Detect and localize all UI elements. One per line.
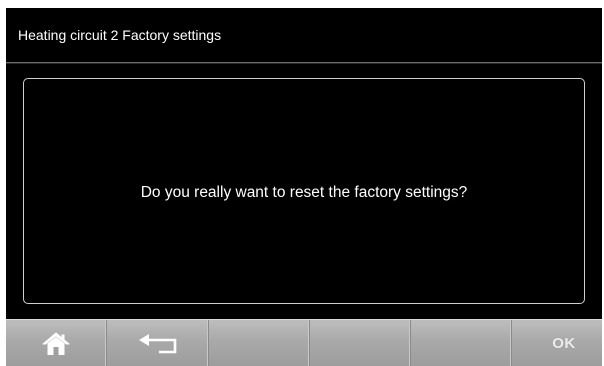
device-screen: Heating circuit 2 Factory settings Do yo…	[0, 0, 604, 366]
toolbar-slot-5	[411, 320, 512, 366]
back-button[interactable]	[107, 320, 209, 366]
home-button[interactable]	[6, 320, 107, 366]
page-title: Heating circuit 2 Factory settings	[18, 27, 222, 43]
toolbar-slot-3	[209, 320, 310, 366]
toolbar-slot-4	[310, 320, 411, 366]
dialog-message: Do you really want to reset the factory …	[140, 184, 468, 201]
ok-button-label: OK	[552, 335, 576, 352]
title-bar: Heating circuit 2 Factory settings	[6, 8, 602, 63]
display-panel: Heating circuit 2 Factory settings Do yo…	[6, 8, 602, 366]
home-icon	[42, 332, 70, 356]
ok-button[interactable]: OK	[512, 320, 602, 366]
confirmation-dialog: Do you really want to reset the factory …	[23, 78, 585, 304]
back-arrow-icon	[137, 333, 179, 355]
bottom-toolbar: OK	[6, 319, 602, 366]
